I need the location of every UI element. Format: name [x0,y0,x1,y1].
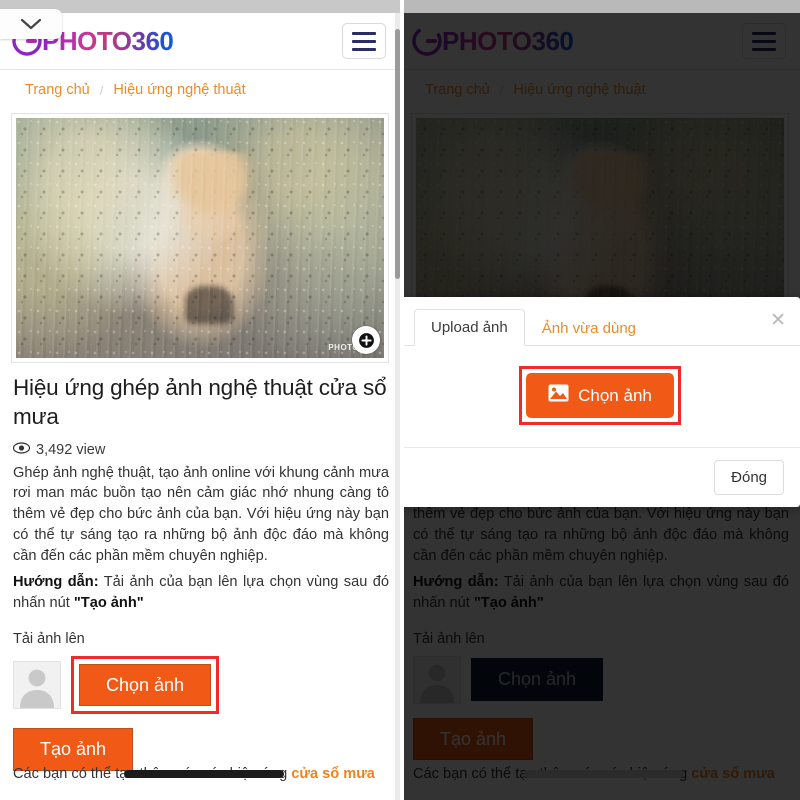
upload-label: Tải ảnh lên [13,630,85,647]
article-block: Hiệu ứng ghép ảnh nghệ thuật cửa sổ mưa … [12,374,389,771]
horizontal-scrollbar[interactable] [124,770,284,778]
eye-icon [12,441,31,458]
zoom-in-icon[interactable] [352,326,380,354]
breadcrumb-home[interactable]: Trang chủ [25,82,90,98]
breadcrumb-current[interactable]: Hiệu ứng nghệ thuật [113,82,245,98]
hamburger-menu-icon[interactable] [342,23,386,59]
modal-footer: Đóng [400,448,800,507]
article-paragraph: Ghép ảnh nghệ thuật, tạo ảnh online với … [13,464,389,565]
hero-image-frame: PHOTO360 [11,113,389,363]
hero-image: PHOTO360 [16,118,384,358]
create-image-button[interactable]: Tạo ảnh [13,728,134,771]
page-title: Hiệu ứng ghép ảnh nghệ thuật cửa sổ mưa [13,375,387,429]
modal-body: Chọn ảnh [400,346,800,448]
modal-choose-image-button[interactable]: Chọn ảnh [526,373,674,418]
panel-divider [400,0,404,800]
modal-close-button[interactable]: Đóng [714,460,784,495]
right-phone-panel: PHOTO360 Trang chủ / Hiệu ứng nghệ thuật… [400,0,800,800]
guide-label: Hướng dẫn: [13,573,99,590]
view-count-text: 3,492 view [36,441,106,458]
create-image-wrap: Tạo ảnh [13,728,389,771]
hero-figure [163,151,259,344]
close-icon[interactable]: ✕ [770,311,786,330]
browser-top-strip-right [400,0,800,13]
image-icon [548,384,569,407]
upload-row: Chọn ảnh [13,655,389,715]
choose-image-highlight: Chọn ảnh [71,655,220,715]
chevron-down-tab[interactable] [0,9,62,39]
breadcrumb-separator: / [99,82,104,98]
footer-note-link[interactable]: cửa sổ mưa [291,766,375,782]
article-guide: Hướng dẫn: Tải ảnh của bạn lên lựa chọn … [13,572,389,614]
choose-image-button[interactable]: Chọn ảnh [79,663,212,707]
breadcrumb: Trang chủ / Hiệu ứng nghệ thuật [0,71,400,109]
two-panel-screenshot: PHOTO360 Trang chủ / Hiệu ứng nghệ thuật… [0,0,800,800]
hero-figure-shadow [185,286,234,325]
upload-modal: Upload ảnh Ảnh vừa dùng ✕ Chọn ảnh Đóng [400,297,800,507]
modal-choose-image-label: Chọn ảnh [578,385,652,405]
hero-watermark: PHOTO360 [328,343,374,352]
view-count: 3,492 view [12,441,389,458]
left-phone-panel: PHOTO360 Trang chủ / Hiệu ứng nghệ thuật… [0,0,400,800]
guide-button-ref: "Tạo ảnh" [73,594,144,611]
modal-pick-highlight: Chọn ảnh [519,366,681,425]
tab-upload-anh[interactable]: Upload ảnh [414,309,525,346]
modal-tab-bar: Upload ảnh Ảnh vừa dùng ✕ [400,297,800,346]
chevron-down-icon [20,18,42,31]
tab-anh-vua-dung[interactable]: Ảnh vừa dùng [525,310,653,346]
person-placeholder-icon [13,660,61,709]
